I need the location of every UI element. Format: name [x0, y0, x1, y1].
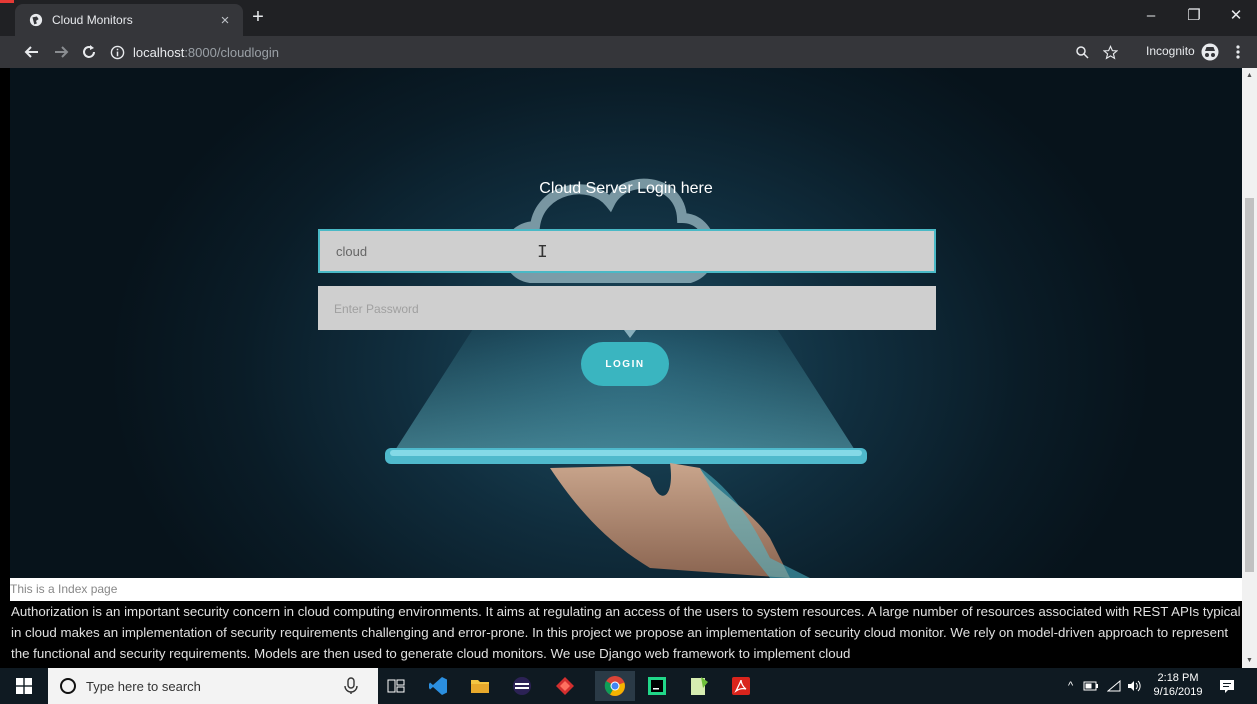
taskbar-app-file-explorer[interactable] — [460, 671, 500, 701]
username-input[interactable] — [318, 229, 936, 273]
taskbar-app-vscode[interactable] — [418, 671, 458, 701]
start-button[interactable] — [0, 668, 48, 704]
taskbar-app-chrome[interactable] — [595, 671, 635, 701]
action-center-button[interactable] — [1210, 671, 1244, 701]
login-button[interactable]: LOGIN — [581, 342, 669, 386]
browser-tab-cloud-monitors[interactable]: Cloud Monitors × — [15, 4, 243, 36]
cortana-icon — [60, 678, 76, 694]
taskbar-app-notepad[interactable] — [679, 671, 719, 701]
globe-icon — [29, 13, 43, 27]
reload-button[interactable] — [77, 40, 101, 64]
microphone-icon[interactable] — [342, 677, 360, 695]
login-title: Cloud Server Login here — [539, 180, 713, 197]
forward-button[interactable] — [49, 40, 73, 64]
wifi-icon[interactable] — [1107, 680, 1121, 692]
page-viewport: Cloud Server Login here I LOGIN This is … — [10, 68, 1242, 668]
taskbar-search-placeholder: Type here to search — [86, 678, 201, 694]
scroll-up-icon[interactable]: ▲ — [1242, 68, 1257, 83]
folder-icon — [471, 680, 489, 693]
tab-title: Cloud Monitors — [52, 13, 133, 27]
acrobat-icon — [732, 677, 750, 695]
minimize-button[interactable]: – — [1133, 4, 1169, 28]
volume-icon[interactable] — [1127, 680, 1141, 692]
arrow-left-icon — [24, 46, 38, 58]
eclipse-icon — [513, 677, 531, 695]
windows-taskbar: Type here to search ^ 2:18 PM 9/16/2019 — [0, 668, 1257, 704]
taskbar-app-eclipse[interactable] — [502, 671, 542, 701]
magnifier-icon — [1076, 46, 1089, 59]
notification-icon — [1220, 680, 1234, 693]
red-diamond-icon — [556, 677, 574, 695]
tab-strip-accent — [0, 0, 14, 3]
chrome-icon — [604, 676, 625, 696]
info-icon[interactable] — [110, 45, 125, 60]
arrow-right-icon — [55, 46, 69, 58]
hero-banner: Cloud Server Login here I LOGIN — [10, 68, 1242, 578]
tray-chevron-up-icon[interactable]: ^ — [1068, 680, 1073, 692]
clock-time: 2:18 PM — [1157, 672, 1199, 684]
restore-button[interactable]: ❐ — [1176, 4, 1212, 28]
task-view-button[interactable] — [376, 671, 416, 701]
url-path: :8000/cloudlogin — [184, 44, 280, 60]
vscode-icon — [429, 677, 447, 695]
new-tab-button[interactable]: + — [246, 6, 270, 30]
url-host: localhost — [133, 44, 185, 60]
browser-toolbar: localhost:8000/cloudlogin Incognito — [0, 36, 1257, 68]
more-vertical-icon — [1236, 45, 1240, 59]
pycharm-icon — [648, 677, 666, 695]
close-window-button[interactable]: ✕ — [1218, 4, 1254, 28]
star-icon — [1102, 44, 1118, 59]
incognito-label: Incognito — [1146, 44, 1195, 58]
reload-icon — [83, 45, 95, 58]
scroll-down-icon[interactable]: ▼ — [1242, 653, 1257, 668]
index-note: This is a Index page — [10, 582, 118, 596]
page-scrollbar[interactable]: ▲ ▼ — [1242, 68, 1257, 668]
password-input[interactable] — [318, 286, 936, 330]
clock-date: 9/16/2019 — [1153, 686, 1203, 698]
battery-icon[interactable] — [1083, 681, 1099, 691]
windows-logo-icon — [16, 678, 32, 694]
menu-button[interactable] — [1228, 42, 1248, 62]
taskbar-search[interactable]: Type here to search — [48, 668, 378, 704]
zoom-button[interactable] — [1072, 42, 1092, 62]
text-cursor-icon: I — [537, 243, 548, 263]
incognito-button[interactable] — [1200, 42, 1220, 62]
system-tray: ^ — [1068, 668, 1141, 704]
notepad-icon — [691, 677, 708, 695]
incognito-icon — [1201, 43, 1219, 61]
tab-close-icon[interactable]: × — [215, 12, 235, 29]
taskbar-app-pycharm[interactable] — [637, 671, 677, 701]
task-view-icon — [387, 679, 405, 693]
taskbar-app-red-diamond[interactable] — [545, 671, 585, 701]
back-button[interactable] — [20, 40, 44, 64]
taskbar-app-acrobat[interactable] — [721, 671, 761, 701]
address-bar[interactable]: localhost:8000/cloudlogin — [110, 39, 1070, 65]
browser-tab-strip: Cloud Monitors × + – ❐ ✕ — [0, 0, 1257, 36]
bookmark-button[interactable] — [1100, 42, 1120, 62]
scrollbar-thumb[interactable] — [1245, 198, 1254, 572]
project-description: Authorization is an important security c… — [10, 601, 1242, 668]
taskbar-clock[interactable]: 2:18 PM 9/16/2019 — [1150, 671, 1206, 699]
